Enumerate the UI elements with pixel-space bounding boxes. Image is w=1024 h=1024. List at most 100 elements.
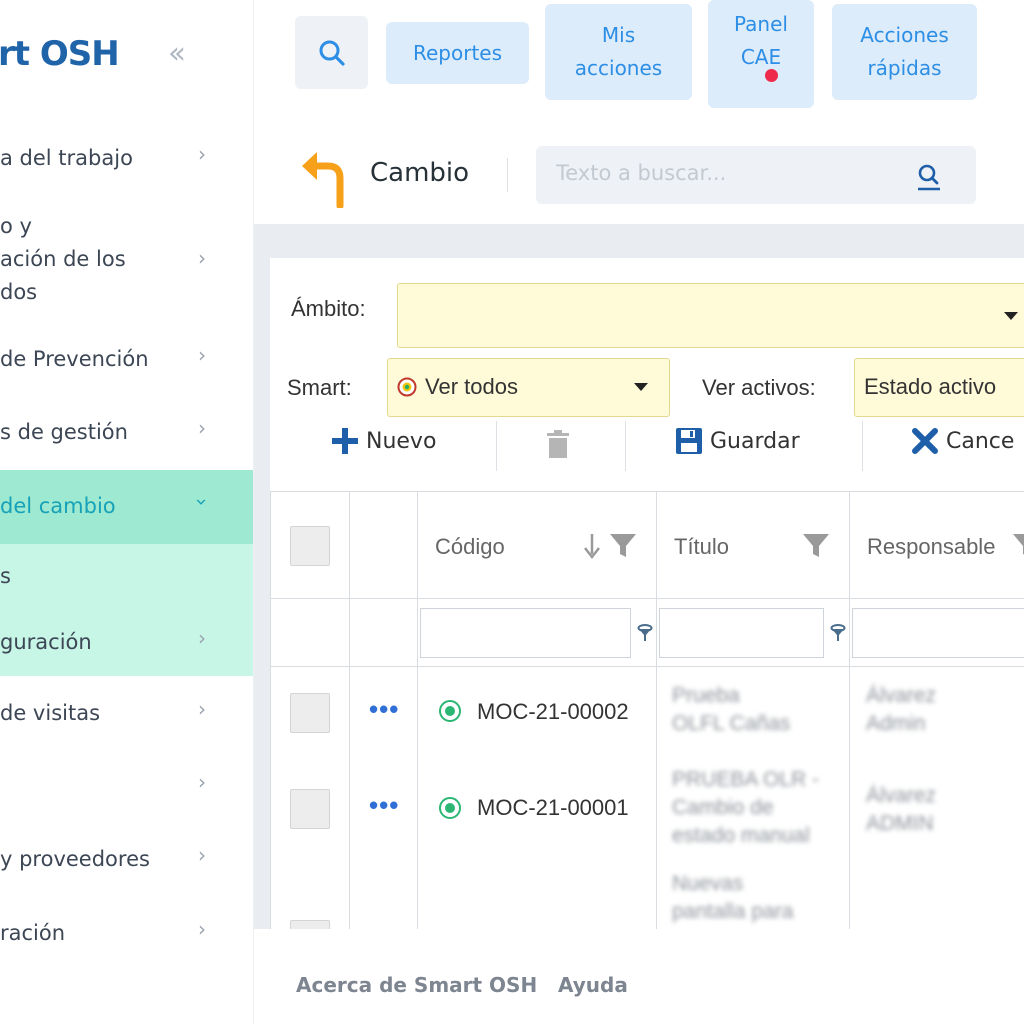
page-header: Cambio (254, 108, 1024, 224)
sidebar-item-configuracion[interactable]: guración (0, 626, 92, 659)
filter-titulo-icon[interactable] (802, 532, 830, 560)
row-responsable: Álvarez Admin (866, 682, 936, 738)
panel-cae-button[interactable]: Panel CAE (708, 0, 814, 108)
collapse-sidebar-icon[interactable]: ‹‹ (168, 36, 186, 71)
app-logo: rt OSH (0, 34, 120, 74)
sort-filter-codigo-icon[interactable] (582, 532, 638, 560)
panel-cae-label: CAE (740, 45, 782, 69)
caret-down-icon (634, 383, 648, 391)
sidebar-item-label: del cambio (0, 494, 116, 518)
sidebar-item-label: dos (0, 280, 38, 304)
guardar-label: Guardar (710, 428, 800, 454)
row-title-line: pantalla para (672, 900, 794, 923)
grid-line (270, 666, 1024, 667)
chevron-down-icon: › (190, 498, 214, 506)
reportes-button[interactable]: Reportes (386, 22, 529, 84)
row-responsable-line: Admin (866, 712, 926, 735)
sidebar-item-prevencion[interactable]: de Prevención › (0, 343, 253, 377)
help-link[interactable]: Ayuda (558, 973, 628, 997)
ambito-select[interactable] (397, 283, 1024, 348)
sidebar-item-label: a del trabajo (0, 146, 133, 170)
smart-select[interactable]: Ver todos (387, 358, 670, 417)
column-header-responsable[interactable]: Responsable (867, 534, 995, 560)
sidebar: rt OSH ‹‹ a del trabajo › o y ación de l… (0, 0, 254, 1024)
nuevo-button[interactable]: Nuevo (332, 428, 436, 454)
row-title-line: OLFL Cañas (672, 712, 791, 735)
chevron-right-icon: › (198, 246, 206, 270)
divider (862, 421, 863, 471)
search-box (536, 146, 976, 204)
row-code[interactable]: MOC-21-00001 (477, 795, 629, 821)
sidebar-item-gestion-cambio[interactable]: del cambio › (0, 470, 253, 544)
caret-down-icon (1004, 312, 1018, 320)
column-header-codigo[interactable]: Código (435, 534, 505, 560)
mis-acciones-button[interactable]: Mis acciones (545, 4, 692, 100)
filter-operator-icon[interactable] (830, 624, 846, 642)
row-checkbox[interactable] (290, 693, 330, 733)
ver-activos-select[interactable]: Estado activo (854, 358, 1024, 417)
sidebar-item-label: ación de los (0, 247, 126, 271)
sidebar-item-cambios[interactable]: s (0, 560, 11, 593)
row-title-line: PRUEBA OLR - (672, 768, 820, 791)
more-actions-icon[interactable]: ••• (369, 790, 399, 821)
global-search-button[interactable] (295, 16, 368, 89)
chevron-right-icon: › (198, 697, 206, 721)
delete-button[interactable] (547, 430, 569, 458)
acciones-rapidas-label: Acciones (860, 23, 949, 47)
column-header-titulo[interactable]: Título (674, 534, 729, 560)
reportes-label: Reportes (412, 40, 503, 65)
sidebar-item-label: s de gestión (0, 420, 128, 444)
status-active-icon (439, 700, 461, 722)
data-grid: Código Título Responsable ••• MOC-21-000… (270, 491, 1024, 960)
about-link[interactable]: Acerca de Smart OSH (296, 973, 537, 997)
back-arrow-icon[interactable] (300, 148, 346, 208)
nuevo-label: Nuevo (366, 428, 437, 454)
responsable-filter-input[interactable] (852, 608, 1024, 658)
acciones-rapidas-label: rápidas (867, 56, 942, 80)
grid-line (656, 492, 657, 930)
row-title-line: Prueba (672, 684, 740, 707)
grid-line (417, 492, 418, 930)
sidebar-item-evaluacion[interactable]: o y ación de los dos › (0, 210, 253, 310)
sidebar-item-visitas[interactable]: de visitas › (0, 697, 253, 731)
chevron-right-icon: › (198, 770, 206, 794)
row-title-line: Nuevas (672, 872, 744, 895)
sidebar-item-label: de Prevención (0, 347, 149, 371)
grid-line (270, 492, 271, 930)
panel-cae-label: Panel (734, 12, 788, 36)
sidebar-item-label: de visitas (0, 701, 101, 725)
titulo-filter-input[interactable] (659, 608, 824, 658)
sidebar-item-label: ración (0, 921, 66, 945)
search-input[interactable] (554, 160, 898, 186)
notification-dot (765, 69, 778, 82)
ambito-label: Ámbito: (291, 296, 366, 321)
chevron-right-icon: › (198, 917, 206, 941)
acciones-rapidas-button[interactable]: Acciones rápidas (832, 4, 977, 100)
cancelar-button[interactable]: Cance (912, 428, 1014, 454)
guardar-button[interactable]: Guardar (676, 428, 800, 454)
sidebar-subgroup: s guración › (0, 544, 253, 676)
divider (507, 158, 508, 192)
filter-responsable-icon[interactable] (1012, 532, 1024, 560)
sidebar-item-proveedores[interactable]: y proveedores › (0, 843, 253, 877)
row-code[interactable]: MOC-21-00002 (477, 699, 629, 725)
row-title-line: estado manual (672, 824, 810, 847)
mis-acciones-label: acciones (574, 56, 663, 80)
filter-operator-icon[interactable] (637, 624, 653, 642)
codigo-filter-input[interactable] (420, 608, 631, 658)
sidebar-item-unnamed[interactable]: › (0, 770, 253, 804)
chevron-right-icon: › (198, 416, 206, 440)
sidebar-item-administracion[interactable]: ración › (0, 917, 253, 951)
more-actions-icon[interactable]: ••• (369, 694, 399, 725)
sidebar-item-medicina-trabajo[interactable]: a del trabajo › (0, 142, 253, 176)
select-all-checkbox[interactable] (290, 526, 330, 566)
row-checkbox[interactable] (290, 789, 330, 829)
ver-activos-label: Ver activos: (702, 375, 816, 400)
chevron-right-icon: › (198, 142, 206, 166)
sidebar-item-gestion[interactable]: s de gestión › (0, 416, 253, 450)
smart-value: Ver todos (425, 374, 518, 399)
row-title: Nuevas pantalla para (672, 870, 793, 926)
mis-acciones-label: Mis (601, 23, 636, 47)
grid-line (349, 492, 350, 930)
search-icon[interactable] (916, 163, 942, 191)
